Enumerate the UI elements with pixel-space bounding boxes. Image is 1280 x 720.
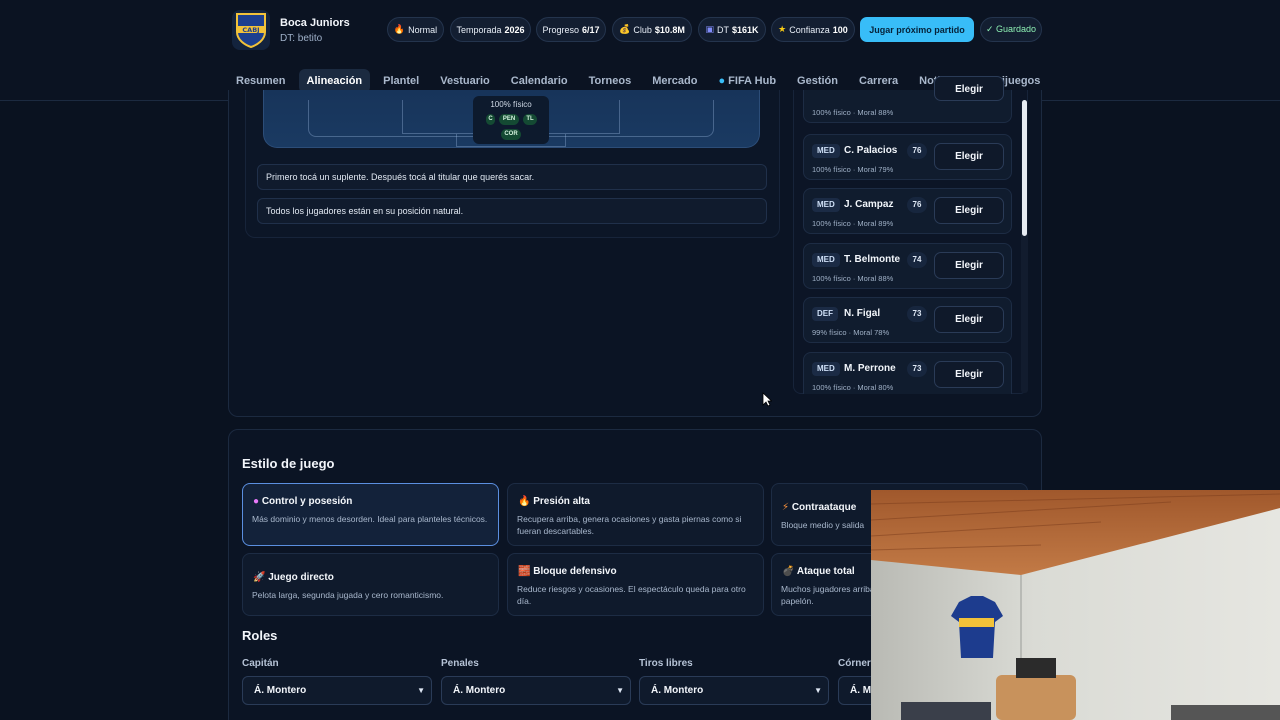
style-option-control[interactable]: ● Control y posesión Más dominio y menos…	[242, 483, 499, 546]
player-meta: 99% físico · Moral 78%	[812, 328, 890, 337]
difficulty-pill: 🔥 Normal	[387, 17, 444, 42]
bench-row[interactable]: MED T. Belmonte 74 100% físico · Moral 8…	[803, 243, 1012, 289]
captain-label: Capitán	[242, 658, 279, 669]
choose-button[interactable]: Elegir	[934, 197, 1004, 224]
choose-button[interactable]: Elegir	[934, 252, 1004, 279]
circle-icon: ●	[253, 496, 260, 507]
position-badge: MED	[812, 144, 840, 158]
club-name: Boca Juniors	[280, 17, 350, 29]
choose-button[interactable]: Elegir	[934, 76, 1004, 101]
player-name: M. Perrone	[844, 363, 896, 374]
bomb-icon: 💣	[782, 566, 795, 577]
chevron-down-icon: ▼	[417, 686, 425, 695]
coach-name: DT: betito	[280, 33, 323, 44]
flame-icon: 🔥	[393, 24, 406, 34]
player-meta: 100% físico · Moral 88%	[812, 108, 894, 117]
chevron-down-icon: ▼	[814, 686, 822, 695]
style-option-title: 💣 Ataque total	[782, 566, 855, 577]
rating-badge: 73	[907, 306, 927, 322]
roles-title: Roles	[242, 628, 278, 643]
bench-row[interactable]: MED M. Perrone 73 100% físico · Moral 80…	[803, 352, 1012, 394]
position-hint: Todos los jugadores están en su posición…	[257, 198, 767, 224]
style-option-title: 🧱 Bloque defensivo	[518, 566, 617, 577]
style-option-desc: Pelota larga, segunda jugada y cero roma…	[252, 590, 444, 600]
bench-row[interactable]: DEF N. Figal 73 99% físico · Moral 78% E…	[803, 297, 1012, 343]
play-style-title: Estilo de juego	[242, 456, 335, 471]
player-meta: 100% físico · Moral 89%	[812, 219, 894, 228]
corner-badge: COR	[501, 129, 521, 140]
free-kicks-select[interactable]: Á. Montero ▼	[639, 676, 829, 705]
club-logo: CABJ	[232, 10, 270, 50]
rocket-icon: 🚀	[253, 572, 266, 583]
player-meta: 100% físico · Moral 79%	[812, 165, 894, 174]
player-name: T. Belmonte	[844, 254, 901, 265]
webcam-image	[871, 490, 1280, 720]
style-option-title: 🚀 Juego directo	[253, 572, 334, 583]
style-option-desc: Más dominio y menos desorden. Ideal para…	[252, 514, 488, 524]
style-option-pressing[interactable]: 🔥 Presión alta Recupera arriba, genera o…	[507, 483, 764, 546]
style-option-desc: Recupera arriba, genera ocasiones y gast…	[517, 514, 742, 536]
position-badge: MED	[812, 198, 840, 212]
choose-button[interactable]: Elegir	[934, 143, 1004, 170]
bench-scrollbar-thumb[interactable]	[1022, 100, 1027, 236]
star-icon: ★	[778, 24, 787, 34]
play-next-match-button[interactable]: Jugar próximo partido	[860, 17, 974, 42]
rating-badge: 73	[907, 361, 927, 377]
webcam-overlay	[871, 490, 1280, 720]
penalties-label: Penales	[441, 658, 479, 669]
style-option-title: ● Control y posesión	[253, 496, 353, 507]
swap-hint: Primero tocá un suplente. Después tocá a…	[257, 164, 767, 190]
saved-status-badge: ✓ Guardado	[980, 17, 1042, 42]
rating-badge: 74	[907, 252, 927, 268]
choose-button[interactable]: Elegir	[934, 306, 1004, 333]
penalties-select[interactable]: Á. Montero ▼	[441, 676, 631, 705]
progress-pill: Progreso 6/17	[536, 17, 606, 42]
brick-wall-icon: 🧱	[518, 566, 531, 577]
mouse-cursor-icon	[762, 392, 772, 407]
player-fitness: 100% físico	[490, 100, 532, 109]
player-name: N. Figal	[844, 308, 881, 319]
position-badge: DEF	[812, 307, 838, 321]
style-option-direct[interactable]: 🚀 Juego directo Pelota larga, segunda ju…	[242, 553, 499, 616]
captain-badge: C	[486, 114, 495, 125]
lightning-icon: ⚡	[782, 502, 790, 513]
club-budget-pill: 💰 Club $10.8M	[612, 17, 692, 42]
bench-row[interactable]: MED J. Campaz 76 100% físico · Moral 89%…	[803, 188, 1012, 234]
globe-icon: ●	[718, 75, 726, 87]
free-kicks-label: Tiros libres	[639, 658, 693, 669]
rating-badge: 76	[907, 197, 927, 213]
position-badge: MED	[812, 253, 840, 267]
style-option-desc: Muchos jugadores arriba papelón.	[781, 584, 875, 606]
boca-shield-icon: CABJ	[236, 13, 266, 48]
choose-button[interactable]: Elegir	[934, 361, 1004, 388]
coach-budget-pill: ▣ DT $161K	[698, 17, 766, 42]
player-meta: 100% físico · Moral 80%	[812, 383, 894, 392]
style-option-desc: Reduce riesgos y ocasiones. El espectácu…	[517, 584, 746, 606]
captain-select[interactable]: Á. Montero ▼	[242, 676, 432, 705]
flame-icon: 🔥	[518, 496, 531, 507]
penalty-badge: PEN	[499, 114, 519, 125]
player-meta: 100% físico · Moral 88%	[812, 274, 894, 283]
style-option-title: 🔥 Presión alta	[518, 496, 590, 507]
bench-row-partial[interactable]: 100% físico · Moral 88% Elegir	[803, 76, 1012, 123]
season-pill: Temporada 2026	[450, 17, 531, 42]
player-name: C. Palacios	[844, 145, 898, 156]
free-kick-badge: TL	[523, 114, 537, 125]
position-badge: MED	[812, 362, 840, 376]
style-option-title: ⚡ Contraataque	[782, 502, 857, 513]
style-option-defensive[interactable]: 🧱 Bloque defensivo Reduce riesgos y ocas…	[507, 553, 764, 616]
wallet-icon: ▣	[705, 24, 714, 34]
rating-badge: 76	[907, 143, 927, 159]
corners-label: Córner	[838, 658, 871, 669]
confidence-pill: ★ Confianza 100	[771, 17, 855, 42]
bench-row[interactable]: MED C. Palacios 76 100% físico · Moral 7…	[803, 134, 1012, 180]
player-name: J. Campaz	[844, 199, 894, 210]
money-bag-icon: 💰	[619, 24, 631, 34]
svg-text:CABJ: CABJ	[242, 26, 259, 34]
chevron-down-icon: ▼	[616, 686, 624, 695]
